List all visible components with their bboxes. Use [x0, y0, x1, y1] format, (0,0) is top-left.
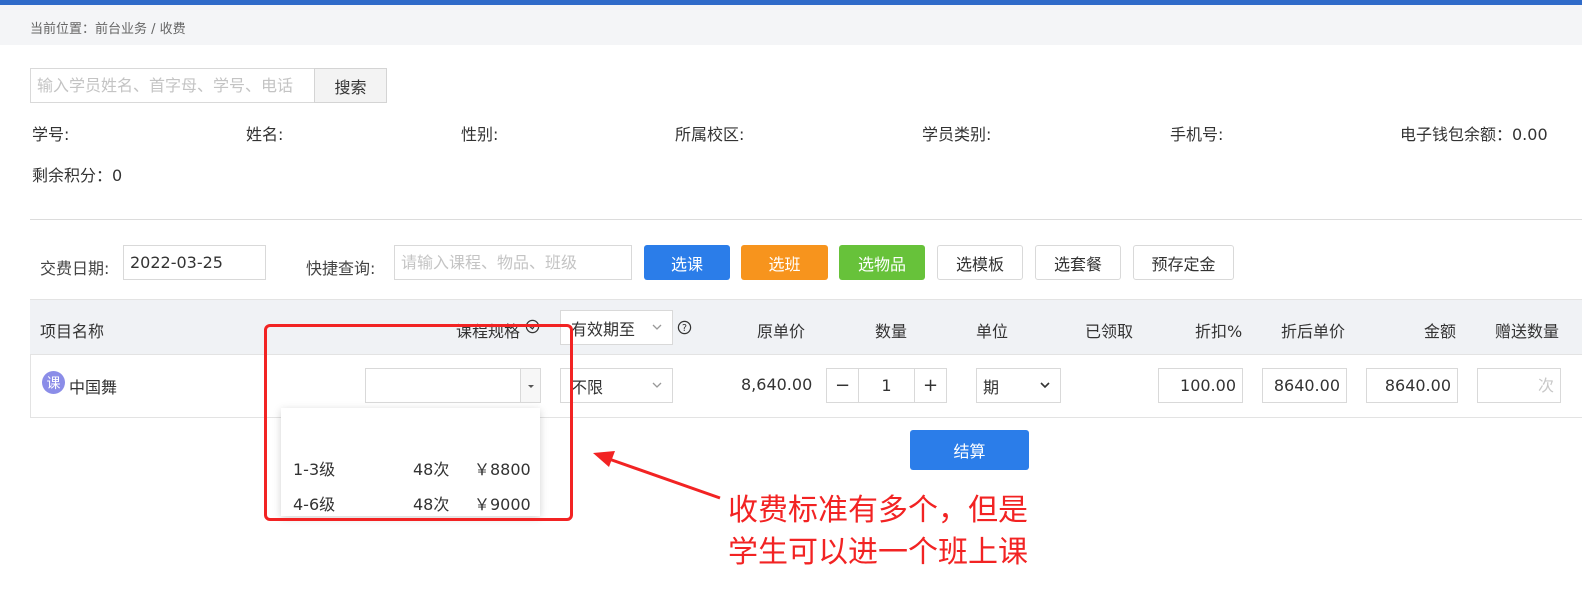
select-item-button[interactable]: 选物品 — [839, 245, 925, 280]
col-header-gift-qty: 赠送数量 — [1495, 322, 1560, 341]
student-id-label: 学号: — [32, 125, 70, 144]
annotation-arrow-icon — [593, 451, 721, 500]
payment-date-input[interactable] — [123, 245, 266, 280]
col-header-name: 项目名称 — [40, 322, 105, 341]
col-header-unit: 单位 — [976, 322, 1009, 341]
payment-date-label: 交费日期: — [40, 259, 110, 278]
unit-value: 期 — [983, 377, 1000, 397]
col-header-received: 已领取 — [1085, 322, 1134, 341]
quantity-input[interactable] — [858, 368, 915, 403]
select-course-button[interactable]: 选课 — [644, 245, 730, 280]
chevron-down-icon — [652, 324, 662, 330]
student-search-input[interactable] — [30, 68, 315, 103]
wallet-balance: 电子钱包余额：0.00 — [1400, 125, 1548, 144]
quick-search-label: 快捷查询: — [306, 259, 376, 278]
svg-text:?: ? — [682, 323, 687, 334]
col-header-quantity: 数量 — [875, 322, 908, 341]
amount-input[interactable] — [1366, 368, 1458, 403]
breadcrumb-bar: 当前位置：前台业务 / 收费 — [0, 5, 1582, 45]
student-phone-label: 手机号: — [1170, 125, 1224, 144]
section-divider — [30, 219, 1582, 220]
course-name: 中国舞 — [69, 378, 118, 397]
student-type-label: 学员类别: — [922, 125, 992, 144]
annotation-line-1: 收费标准有多个，但是 — [728, 493, 1028, 528]
col-header-disc-price: 折后单价 — [1281, 322, 1346, 341]
deposit-button[interactable]: 预存定金 — [1133, 245, 1234, 280]
validity-select[interactable]: 不限 — [560, 368, 673, 403]
gift-qty-input[interactable] — [1477, 368, 1561, 403]
annotation-line-2: 学生可以进一个班上课 — [728, 535, 1028, 570]
help-icon[interactable]: ? — [677, 320, 692, 335]
remaining-points: 剩余积分：0 — [32, 166, 123, 185]
discount-input[interactable] — [1158, 368, 1243, 403]
annotation-highlight-box — [264, 324, 573, 521]
col-header-orig-price: 原单价 — [757, 322, 806, 341]
quantity-increment-button[interactable]: + — [914, 368, 947, 403]
student-gender-label: 性别: — [461, 125, 499, 144]
annotation-text: 收费标准有多个，但是 学生可以进一个班上课 — [728, 490, 1068, 574]
student-name-label: 姓名: — [246, 125, 284, 144]
table-header — [30, 299, 1582, 355]
validity-header-label: 有效期至 — [571, 319, 636, 339]
settle-button[interactable]: 结算 — [910, 430, 1029, 470]
col-header-discount: 折扣% — [1195, 322, 1243, 341]
unit-select[interactable]: 期 — [976, 368, 1061, 403]
breadcrumb: 当前位置：前台业务 / 收费 — [30, 22, 186, 37]
select-class-button[interactable]: 选班 — [741, 245, 828, 280]
select-template-button[interactable]: 选模板 — [937, 245, 1023, 280]
search-button[interactable]: 搜索 — [314, 68, 387, 103]
validity-value: 不限 — [571, 377, 604, 397]
student-campus-label: 所属校区: — [675, 125, 745, 144]
chevron-down-icon — [652, 382, 662, 388]
select-package-button[interactable]: 选套餐 — [1035, 245, 1121, 280]
quantity-decrement-button[interactable]: − — [826, 368, 859, 403]
quick-search-input[interactable] — [394, 245, 632, 280]
orig-price: 8,640.00 — [741, 375, 813, 394]
course-badge: 课 — [42, 371, 65, 394]
disc-price-input[interactable] — [1262, 368, 1347, 403]
col-header-amount: 金额 — [1424, 322, 1457, 341]
validity-header-select[interactable]: 有效期至 — [560, 310, 673, 345]
chevron-down-icon — [1040, 382, 1050, 389]
